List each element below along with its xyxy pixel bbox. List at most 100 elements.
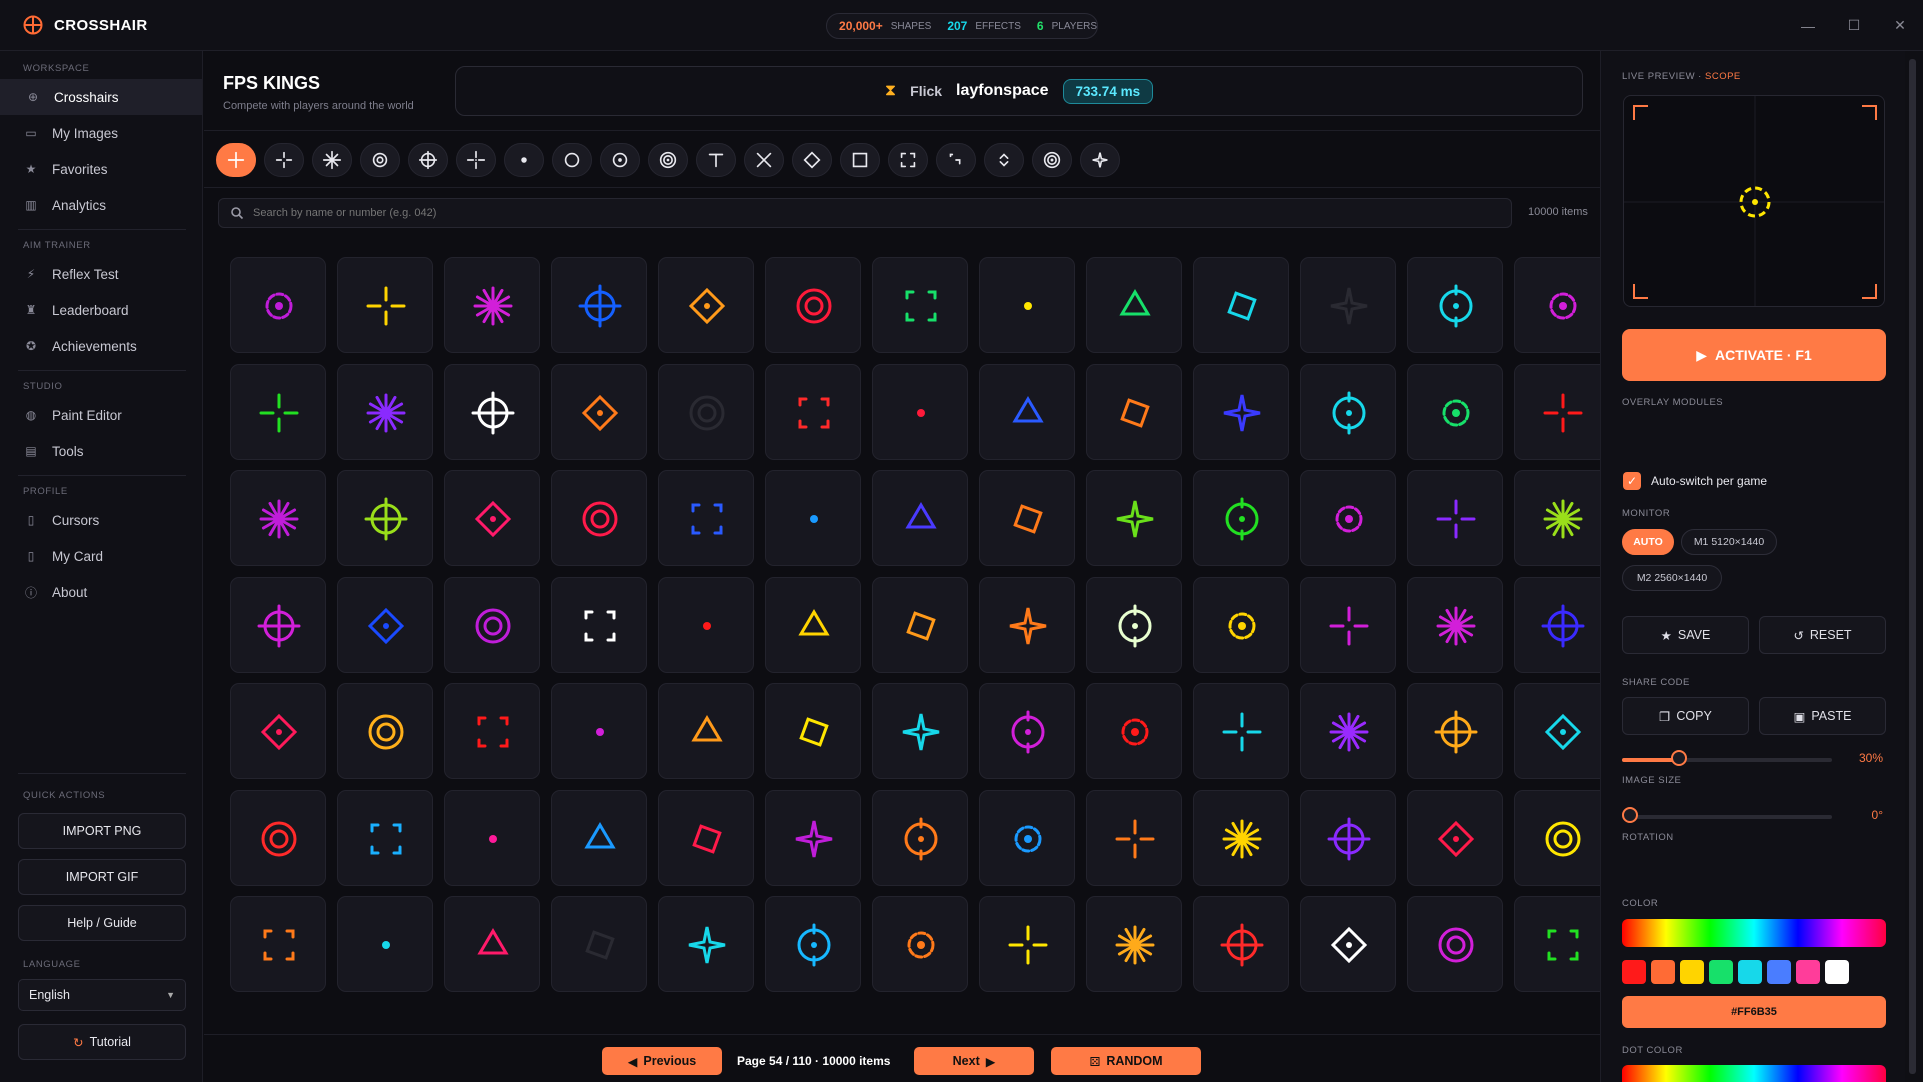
sidebar-item-crosshairs[interactable]: ⊕ Crosshairs (0, 79, 202, 115)
help-guide-button[interactable]: Help / Guide (18, 905, 186, 941)
previous-button[interactable]: ◀ Previous (602, 1047, 722, 1075)
crosshair-card[interactable] (658, 576, 754, 673)
crosshair-card[interactable] (765, 896, 861, 992)
crosshair-card[interactable] (230, 257, 326, 353)
crosshair-card[interactable] (1407, 576, 1503, 673)
crosshair-card[interactable] (1193, 363, 1289, 460)
crosshair-card[interactable] (1300, 257, 1396, 353)
crosshair-card[interactable] (1300, 576, 1396, 673)
shape-filter-burst[interactable] (312, 142, 352, 177)
crosshair-card[interactable] (1407, 896, 1503, 992)
crosshair-card[interactable] (872, 470, 968, 566)
shape-filter-brackets[interactable] (888, 142, 928, 177)
shape-filter-corner[interactable] (936, 142, 976, 177)
sidebar-item-analytics[interactable]: ▥ Analytics (0, 187, 202, 223)
shape-filter-x-shape[interactable] (744, 142, 784, 177)
shape-filter-circle-dot[interactable] (600, 142, 640, 177)
next-button[interactable]: Next ▶ (914, 1047, 1034, 1075)
sidebar-item-tools[interactable]: ▤ Tools (0, 433, 202, 469)
crosshair-card[interactable] (658, 363, 754, 460)
shape-filter-square[interactable] (840, 142, 880, 177)
search-input[interactable] (218, 198, 1512, 228)
crosshair-card[interactable] (765, 789, 861, 886)
shape-filter-target[interactable] (1032, 142, 1072, 177)
crosshair-card[interactable] (230, 470, 326, 566)
crosshair-card[interactable] (658, 683, 754, 779)
random-button[interactable]: ⚄ RANDOM (1051, 1047, 1201, 1075)
reset-button[interactable]: ↺ RESET (1759, 616, 1886, 654)
save-button[interactable]: ★ SAVE (1622, 616, 1749, 654)
color-spectrum[interactable] (1622, 919, 1886, 947)
auto-switch-checkbox[interactable]: ✓ (1623, 472, 1641, 490)
color-swatch[interactable] (1680, 960, 1704, 984)
crosshair-card[interactable] (1086, 683, 1182, 779)
crosshair-card[interactable] (444, 470, 540, 566)
color-swatch[interactable] (1622, 960, 1646, 984)
color-swatch[interactable] (1709, 960, 1733, 984)
crosshair-card[interactable] (658, 789, 754, 886)
monitor-auto-pill[interactable]: AUTO (1622, 529, 1674, 555)
crosshair-card[interactable] (765, 683, 861, 779)
crosshair-card[interactable] (1300, 470, 1396, 566)
import-png-button[interactable]: IMPORT PNG (18, 813, 186, 849)
crosshair-card[interactable] (551, 789, 647, 886)
color-swatch[interactable] (1651, 960, 1675, 984)
shape-filter-gap-cross[interactable] (456, 142, 496, 177)
crosshair-card[interactable] (765, 363, 861, 460)
color-swatch[interactable] (1738, 960, 1762, 984)
shape-filter-plus[interactable] (216, 142, 256, 177)
color-swatch[interactable] (1767, 960, 1791, 984)
crosshair-card[interactable] (1193, 789, 1289, 886)
crosshair-card[interactable] (872, 363, 968, 460)
crosshair-card[interactable] (1407, 683, 1503, 779)
crosshair-card[interactable] (444, 789, 540, 886)
crosshair-card[interactable] (337, 363, 433, 460)
crosshair-card[interactable] (551, 363, 647, 460)
image-size-slider[interactable] (1622, 758, 1832, 762)
crosshair-card[interactable] (658, 257, 754, 353)
crosshair-card[interactable] (551, 257, 647, 353)
crosshair-card[interactable] (1300, 896, 1396, 992)
crosshair-card[interactable] (979, 896, 1075, 992)
crosshair-card[interactable] (1300, 789, 1396, 886)
import-gif-button[interactable]: IMPORT GIF (18, 859, 186, 895)
paste-button[interactable]: ▣ PASTE (1759, 697, 1886, 735)
crosshair-card[interactable] (979, 470, 1075, 566)
sidebar-item-cursors[interactable]: ▯ Cursors (0, 502, 202, 538)
crosshair-card[interactable] (230, 363, 326, 460)
crosshair-card[interactable] (230, 683, 326, 779)
rotation-knob[interactable] (1622, 807, 1638, 823)
shape-filter-diamond[interactable] (792, 142, 832, 177)
crosshair-card[interactable] (1514, 896, 1610, 992)
crosshair-card[interactable] (1407, 363, 1503, 460)
dot-color-spectrum[interactable] (1622, 1065, 1886, 1082)
shape-filter-chevrons[interactable] (984, 142, 1024, 177)
crosshair-card[interactable] (872, 257, 968, 353)
crosshair-card[interactable] (444, 683, 540, 779)
crosshair-card[interactable] (979, 363, 1075, 460)
sidebar-item-paint-editor[interactable]: ◍ Paint Editor (0, 397, 202, 433)
crosshair-card[interactable] (658, 470, 754, 566)
copy-button[interactable]: ❐ COPY (1622, 697, 1749, 735)
close-icon[interactable]: ✕ (1877, 0, 1923, 51)
crosshair-card[interactable] (1086, 470, 1182, 566)
crosshair-card[interactable] (1300, 683, 1396, 779)
crosshair-card[interactable] (979, 789, 1075, 886)
language-select[interactable]: English ▼ (18, 979, 186, 1011)
shape-filter-sparkle[interactable] (1080, 142, 1120, 177)
crosshair-card[interactable] (979, 576, 1075, 673)
crosshair-card[interactable] (337, 896, 433, 992)
crosshair-card[interactable] (1193, 683, 1289, 779)
crosshair-card[interactable] (765, 576, 861, 673)
crosshair-card[interactable] (337, 576, 433, 673)
crosshair-card[interactable] (1193, 470, 1289, 566)
minimize-icon[interactable]: — (1785, 0, 1831, 51)
crosshair-card[interactable] (444, 896, 540, 992)
crosshair-card[interactable] (979, 683, 1075, 779)
color-swatch[interactable] (1796, 960, 1820, 984)
monitor-1-pill[interactable]: M1 5120×1440 (1681, 529, 1777, 555)
crosshair-card[interactable] (1086, 896, 1182, 992)
crosshair-card[interactable] (1193, 257, 1289, 353)
crosshair-card[interactable] (872, 683, 968, 779)
sidebar-item-achievements[interactable]: ✪ Achievements (0, 328, 202, 364)
